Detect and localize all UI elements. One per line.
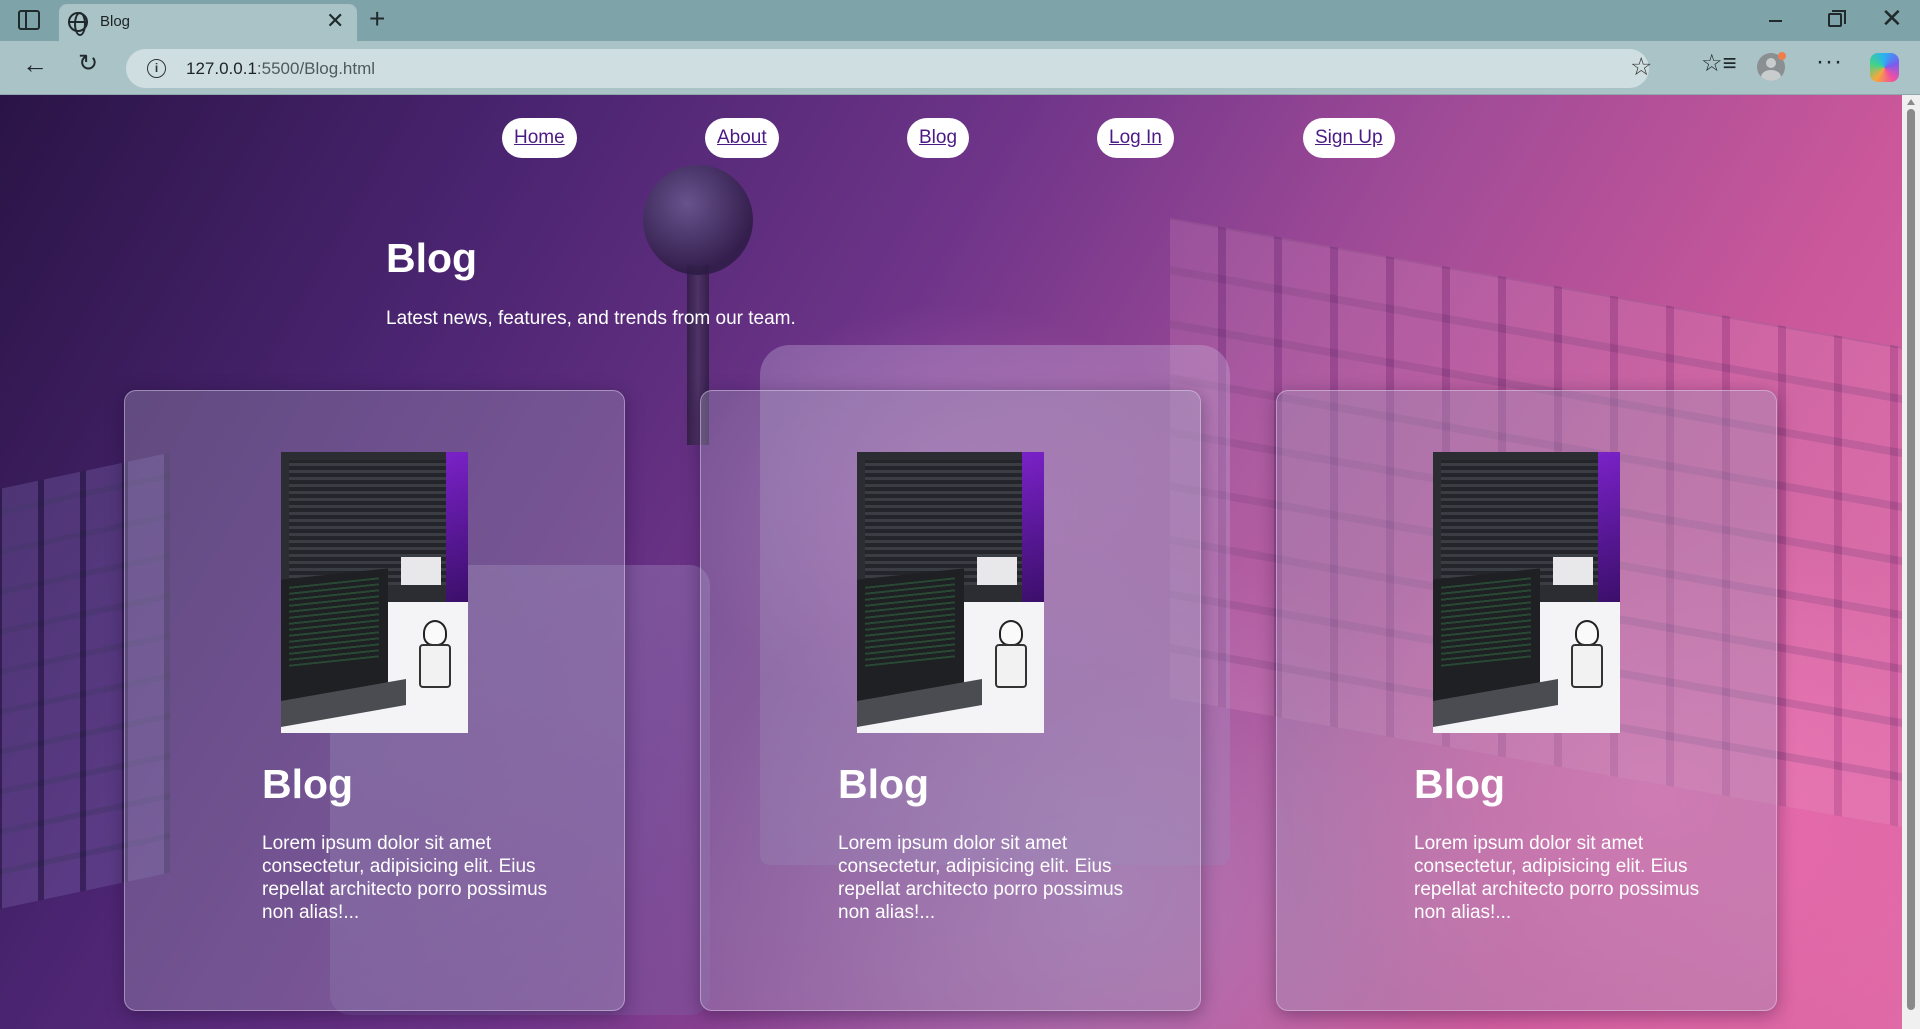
restore-icon[interactable] — [1828, 10, 1846, 27]
page-viewport: Home About Blog Log In Sign Up Blog Late… — [0, 95, 1902, 1029]
close-icon[interactable]: ✕ — [326, 10, 344, 32]
info-icon[interactable]: i — [147, 59, 166, 78]
scroll-thumb[interactable] — [1907, 109, 1915, 1010]
page-title: Blog — [386, 235, 478, 281]
plus-icon[interactable]: + — [369, 5, 385, 33]
blog-card-image — [857, 452, 1044, 733]
blog-card[interactable]: Blog Lorem ipsum dolor sit amet consecte… — [700, 390, 1201, 1011]
tab-title: Blog — [100, 13, 131, 30]
nav-link-home[interactable]: Home — [502, 118, 577, 158]
url-text[interactable]: 127.0.0.1:5500/Blog.html — [186, 59, 375, 79]
blog-card-image — [1433, 452, 1620, 733]
more-icon[interactable]: ··· — [1816, 50, 1843, 74]
browser-tab-bar: Blog ✕ + ✕ — [0, 0, 1920, 41]
page-scrollbar[interactable] — [1902, 95, 1920, 1029]
browser-tab-blog[interactable]: Blog ✕ — [59, 4, 357, 41]
nav-link-signup[interactable]: Sign Up — [1303, 118, 1395, 158]
page-subtitle: Latest news, features, and trends from o… — [386, 308, 796, 329]
favorites-icon[interactable]: ☆≡ — [1701, 52, 1737, 76]
browser-toolbar: ← ↻ i 127.0.0.1:5500/Blog.html ☆ — [0, 41, 1920, 95]
blog-card-title: Blog — [838, 761, 930, 807]
blog-card-excerpt: Lorem ipsum dolor sit amet consectetur, … — [838, 833, 1124, 923]
copilot-icon[interactable] — [1870, 53, 1899, 82]
blog-card-title: Blog — [1414, 761, 1506, 807]
nav-link-blog[interactable]: Blog — [907, 118, 970, 158]
address-bar[interactable]: i 127.0.0.1:5500/Blog.html ☆ — [126, 49, 1652, 88]
scroll-up-arrow-icon[interactable] — [1907, 99, 1915, 105]
nav-link-about[interactable]: About — [705, 118, 779, 158]
blog-card-excerpt: Lorem ipsum dolor sit amet consectetur, … — [1414, 833, 1700, 923]
blog-card-title: Blog — [262, 761, 354, 807]
blog-card[interactable]: Blog Lorem ipsum dolor sit amet consecte… — [124, 390, 625, 1011]
back-icon[interactable]: ← — [22, 51, 48, 77]
window-close-icon[interactable]: ✕ — [1881, 5, 1903, 31]
star-icon[interactable]: ☆ — [1630, 55, 1652, 80]
minimize-icon[interactable] — [1769, 20, 1782, 22]
globe-icon — [68, 12, 88, 36]
background-joystick — [643, 165, 753, 275]
blog-card-image — [281, 452, 468, 733]
reload-icon[interactable]: ↻ — [78, 52, 98, 76]
profile-notification-dot — [1778, 52, 1786, 60]
sidebar-icon[interactable] — [18, 10, 40, 30]
blog-card[interactable]: Blog Lorem ipsum dolor sit amet consecte… — [1276, 390, 1777, 1011]
nav-link-login[interactable]: Log In — [1097, 118, 1174, 158]
blog-card-excerpt: Lorem ipsum dolor sit amet consectetur, … — [262, 833, 548, 923]
